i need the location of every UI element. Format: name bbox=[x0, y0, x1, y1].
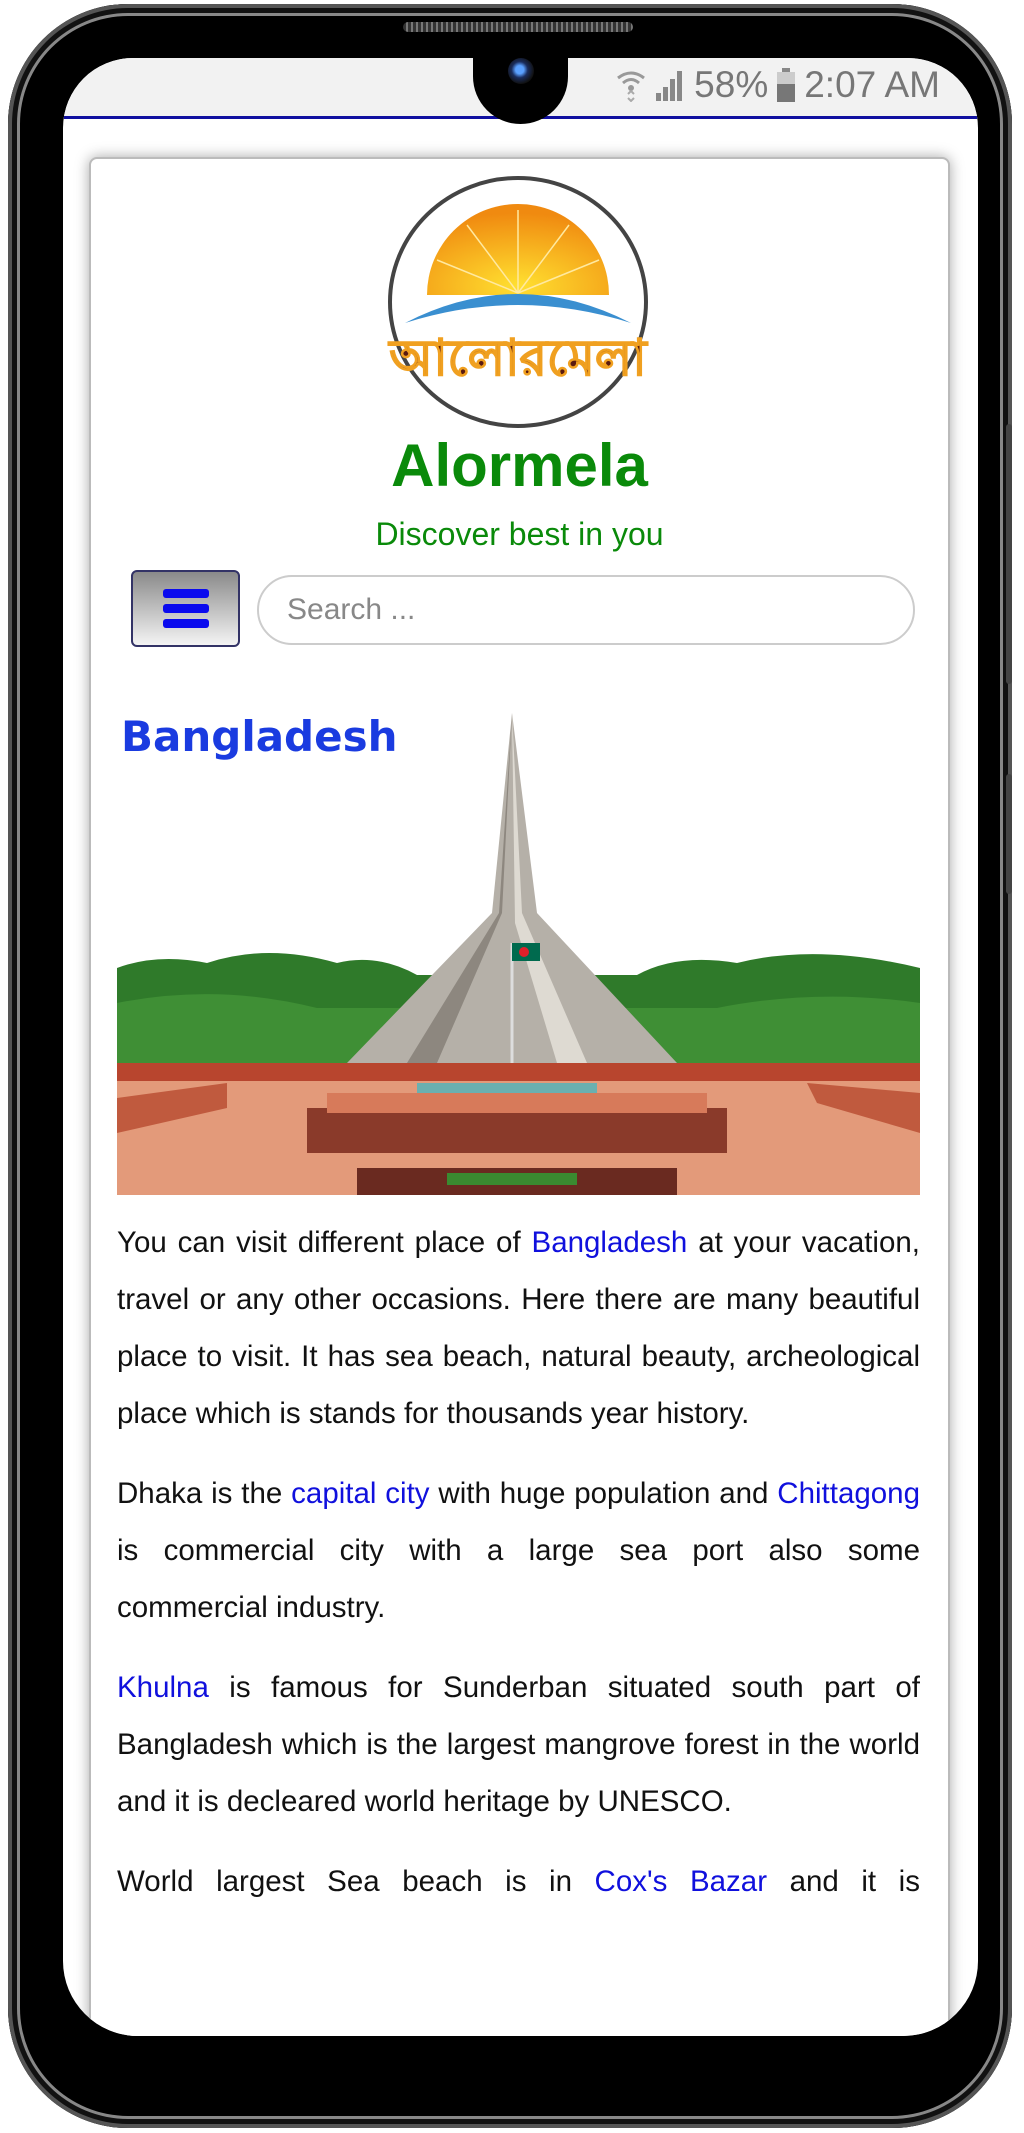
text: is commercial city with a large sea port… bbox=[117, 1534, 920, 1624]
screen: 58% 2:07 AM আলোরমেলা Alormela Discover b… bbox=[63, 58, 978, 2036]
link-coxs-bazar[interactable]: Cox's Bazar bbox=[595, 1865, 767, 1898]
link-chittagong[interactable]: Chittagong bbox=[777, 1477, 920, 1510]
page-card: আলোরমেলা Alormela Discover best in you S… bbox=[89, 157, 950, 2036]
monument-image bbox=[117, 713, 920, 1195]
battery-percent: 58% bbox=[694, 64, 769, 105]
hamburger-icon bbox=[162, 589, 209, 598]
link-khulna[interactable]: Khulna bbox=[117, 1671, 209, 1704]
paragraph: Dhaka is the capital city with huge popu… bbox=[117, 1465, 920, 1636]
paragraph: Khulna is famous for Sunderban situated … bbox=[117, 1659, 920, 1830]
text: and it is bbox=[767, 1865, 920, 1898]
clock: 2:07 AM bbox=[804, 64, 940, 105]
battery-icon bbox=[777, 68, 796, 102]
wifi-icon bbox=[617, 71, 646, 102]
text: Dhaka is the bbox=[117, 1477, 292, 1510]
signal-icon bbox=[656, 71, 683, 101]
text: You can visit different place of bbox=[117, 1226, 532, 1259]
speaker-grille bbox=[403, 22, 633, 32]
logo-text: আলোরমেলা bbox=[387, 329, 648, 387]
hamburger-line bbox=[162, 604, 209, 613]
phone-frame: 58% 2:07 AM আলোরমেলা Alormela Discover b… bbox=[8, 4, 1012, 2128]
paragraph: You can visit different place of Banglad… bbox=[117, 1214, 920, 1442]
text: World largest Sea beach is in bbox=[117, 1865, 595, 1898]
site-logo[interactable]: আলোরমেলা bbox=[387, 175, 649, 429]
power-button bbox=[1006, 774, 1012, 894]
hamburger-line bbox=[162, 619, 209, 628]
site-tagline: Discover best in you bbox=[375, 516, 664, 552]
search-input[interactable] bbox=[257, 575, 915, 645]
menu-button[interactable] bbox=[131, 570, 240, 647]
volume-button bbox=[1006, 424, 1012, 684]
site-title[interactable]: Alormela bbox=[91, 431, 948, 500]
article-body: You can visit different place of Banglad… bbox=[117, 1214, 920, 1933]
link-capital-city[interactable]: capital city bbox=[291, 1477, 429, 1510]
camera-icon bbox=[508, 58, 534, 84]
text: with huge population and bbox=[429, 1477, 778, 1510]
text: is famous for Sunderban situated south p… bbox=[117, 1671, 920, 1818]
paragraph: World largest Sea beach is in Cox's Baza… bbox=[117, 1853, 920, 1910]
article-heading: Bangladesh bbox=[121, 712, 398, 761]
link-bangladesh[interactable]: Bangladesh bbox=[532, 1226, 688, 1259]
